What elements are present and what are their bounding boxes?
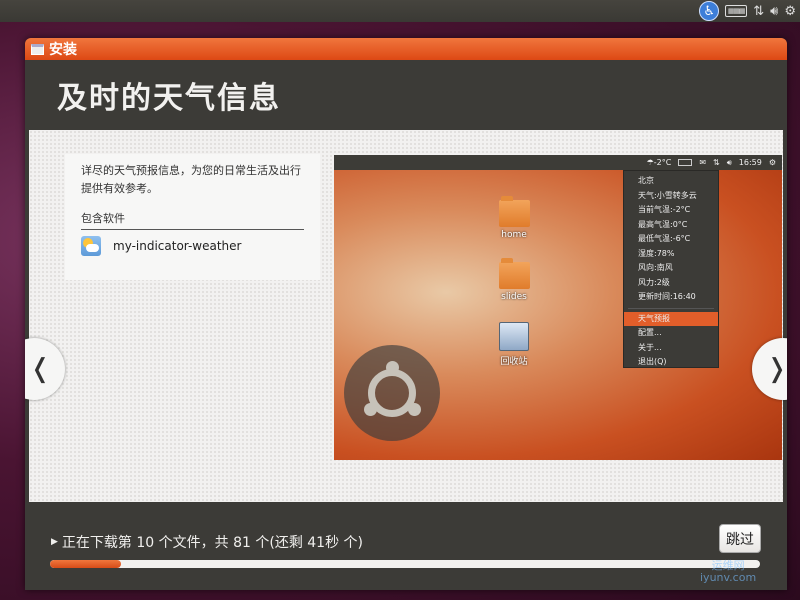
- download-progress-fill: [50, 560, 121, 568]
- slide-header: 及时的天气信息: [29, 60, 783, 130]
- install-footer: ▶ 正在下载第 10 个文件，共 81 个(还剩 41秒 个) 跳过: [29, 502, 783, 590]
- description-text: 详尽的天气预报信息，为您的日常生活及出行提供有效参考。: [81, 164, 301, 195]
- menu-item-city: 北京: [638, 176, 654, 185]
- watermark-line2: iyunv.com: [700, 571, 757, 584]
- home-folder-icon: [498, 196, 530, 227]
- menu-separator: [628, 307, 714, 309]
- window-frame: 及时的天气信息 详尽的天气预报信息，为您的日常生活及出行提供有效参考。 包含软件…: [25, 60, 787, 590]
- weather-app-icon: [81, 236, 101, 256]
- menu-item-humidity: 湿度:78%: [638, 248, 675, 258]
- status-text: 正在下载第 10 个文件，共 81 个(还剩 41秒 个): [61, 535, 363, 551]
- menu-item-low-temp: 最低气温:-6°C: [638, 234, 691, 243]
- desktop-item-slides: slides: [489, 258, 539, 302]
- trash-icon: [499, 322, 529, 351]
- chevron-right-icon: ❭: [766, 354, 787, 384]
- desktop-item-label: home: [501, 230, 527, 240]
- included-software-label: 包含软件: [81, 210, 304, 230]
- software-name: my-indicator-weather: [113, 239, 242, 253]
- menu-item-high-temp: 最高气温:0°C: [638, 219, 688, 229]
- menu-item-about: 关于...: [638, 342, 662, 352]
- keyboard-icon[interactable]: ▦▦▦: [725, 5, 748, 17]
- preview-clock: 16:59: [738, 158, 762, 167]
- menu-item-forecast: 天气预报: [624, 311, 718, 326]
- desktop-item-label: slides: [501, 292, 527, 302]
- top-panel: ♿ ▦▦▦ ⇅ 🔊︎ ⚙: [0, 0, 800, 22]
- page-title: 及时的天气信息: [57, 81, 281, 116]
- preview-volume-icon: 🔊︎: [726, 157, 732, 167]
- menu-item-wind-force: 风力:2级: [638, 277, 670, 287]
- expand-triangle-icon[interactable]: ▶: [51, 537, 58, 547]
- weather-dropdown-menu: 北京 天气:小雪转多云 当前气温:-2°C 最高气温:0°C 最低气温:-6°C…: [623, 170, 719, 368]
- installer-window: 安装 及时的天气信息 详尽的天气预报信息，为您的日常生活及出行提供有效参考。 包…: [25, 38, 787, 590]
- menu-item-current-temp: 当前气温:-2°C: [638, 205, 691, 214]
- menu-item-wind-direction: 风向:南风: [638, 263, 673, 272]
- download-status[interactable]: ▶ 正在下载第 10 个文件，共 81 个(还剩 41秒 个): [51, 532, 363, 552]
- watermark: 运维网 iyunv.com: [700, 560, 756, 584]
- desktop-item-home: home: [489, 196, 539, 240]
- menu-item-weather: 天气:小雪转多云: [638, 190, 697, 200]
- download-progress-bar: [50, 560, 760, 568]
- chevron-left-icon: ❬: [29, 354, 51, 384]
- menu-item-configure: 配置...: [638, 328, 662, 337]
- preview-network-icon: ⇅: [713, 158, 720, 167]
- skip-button[interactable]: 跳过: [719, 524, 761, 553]
- desktop-item-trash: 回收站: [489, 322, 539, 367]
- preview-weather-indicator: ☂-2°C: [646, 158, 672, 167]
- window-titlebar[interactable]: 安装: [25, 38, 787, 60]
- slide-content: 详尽的天气预报信息，为您的日常生活及出行提供有效参考。 包含软件 my-indi…: [25, 130, 787, 502]
- preview-keyboard-icon: [678, 159, 693, 166]
- description-panel: 详尽的天气预报信息，为您的日常生活及出行提供有效参考。 包含软件 my-indi…: [65, 154, 320, 280]
- preview-mail-icon: ✉: [699, 158, 707, 167]
- desktop-item-label: 回收站: [500, 357, 528, 367]
- gear-icon[interactable]: ⚙: [784, 1, 796, 21]
- preview-top-panel: ☂-2°C ✉ ⇅ 🔊︎ 16:59 ⚙: [334, 155, 782, 170]
- menu-item-update-time: 更新时间:16:40: [638, 292, 696, 301]
- menu-item-quit: 退出(Q): [638, 357, 667, 366]
- window-title: 安装: [49, 42, 77, 58]
- network-icon[interactable]: ⇅: [753, 1, 764, 21]
- screenshot-preview: ☂-2°C ✉ ⇅ 🔊︎ 16:59 ⚙ home slides 回收站 北京 …: [334, 155, 782, 460]
- slides-folder-icon: [498, 258, 530, 289]
- software-item: my-indicator-weather: [81, 236, 310, 256]
- ubuntu-logo-icon: [344, 345, 440, 441]
- window-icon: [31, 43, 44, 55]
- prev-slide-button[interactable]: ❬: [25, 338, 65, 400]
- accessibility-icon[interactable]: ♿: [699, 1, 720, 21]
- preview-gear-icon: ⚙: [768, 158, 776, 167]
- volume-icon[interactable]: 🔊︎: [770, 1, 778, 21]
